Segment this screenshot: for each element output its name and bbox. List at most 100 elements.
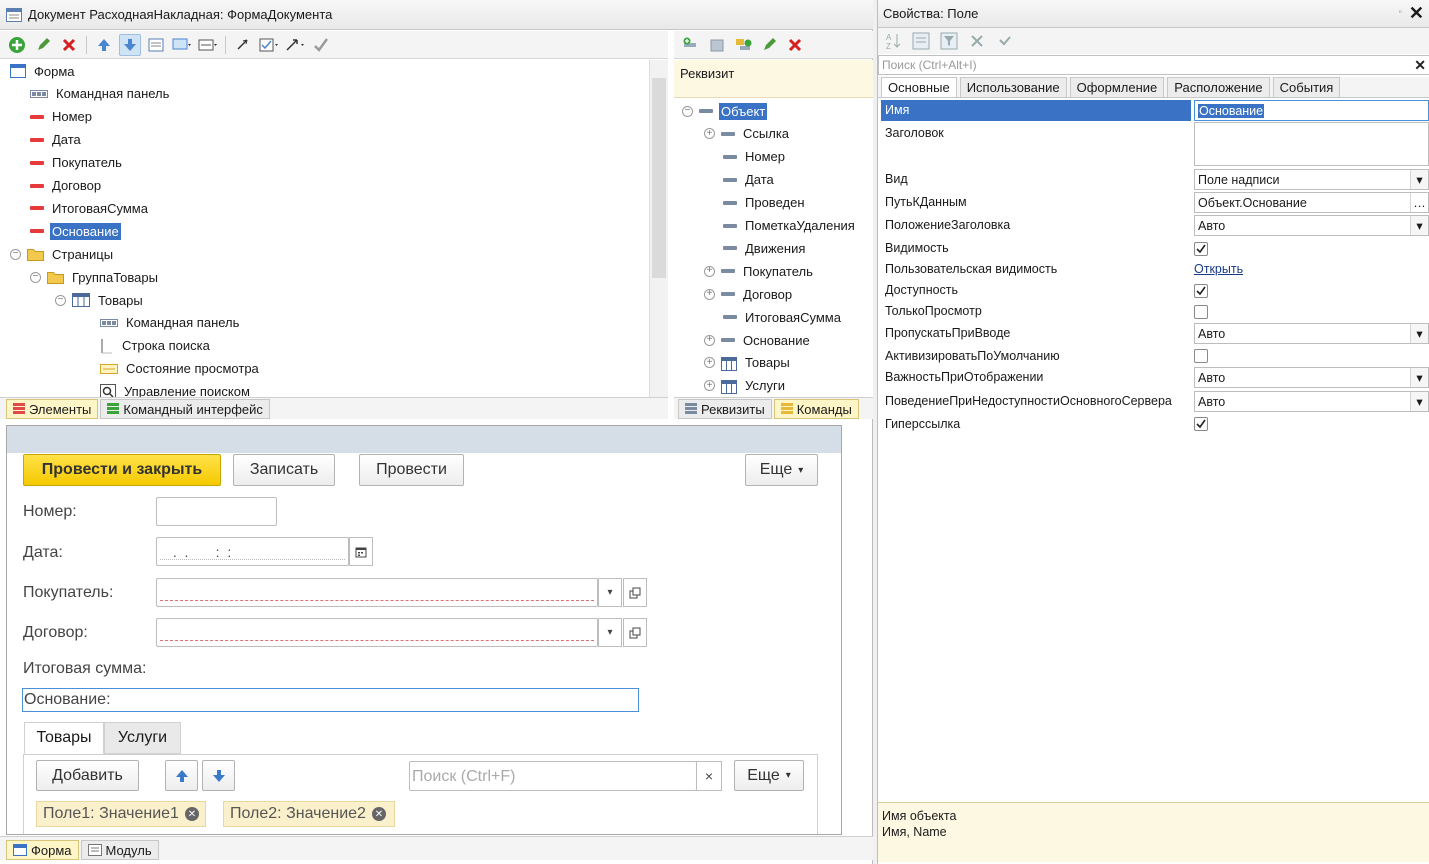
prop-row-readonly[interactable]: ТолькоПросмотр xyxy=(878,301,1429,323)
properties-tab[interactable]: Оформление xyxy=(1069,77,1165,97)
dropdown-arrow-icon[interactable]: ▾ xyxy=(1410,216,1428,235)
tab-form[interactable]: Форма xyxy=(6,840,79,860)
attribute-item[interactable]: Дата xyxy=(704,169,776,191)
prop-datapath-value[interactable]: Объект.Основание… xyxy=(1194,192,1429,213)
attribute-item[interactable]: + Договор xyxy=(704,283,794,305)
attribute-item[interactable]: + Покупатель xyxy=(704,260,815,282)
attribute-item[interactable]: − Объект xyxy=(682,100,768,122)
prop-row-kind[interactable]: Вид Поле надписи ▾ xyxy=(878,169,1429,191)
dropdown-arrow-icon[interactable]: ▾ xyxy=(1410,392,1428,411)
prop-caption-value[interactable] xyxy=(1194,122,1429,166)
prop-skip-value[interactable]: Авто ▾ xyxy=(1194,323,1429,344)
apply-icon[interactable] xyxy=(994,30,1016,52)
tree-item[interactable]: Номер xyxy=(30,106,94,128)
contract-dropdown-icon[interactable]: ▾ xyxy=(598,618,622,647)
buyer-input[interactable] xyxy=(156,578,598,607)
prop-row-behavior[interactable]: ПоведениеПриНедоступностиОсновногоСервер… xyxy=(878,391,1429,413)
prop-row-datapath[interactable]: ПутьКДанным Объект.Основание… xyxy=(878,192,1429,214)
link-icon[interactable] xyxy=(232,34,254,56)
dropdown-arrow-icon[interactable]: ▾ xyxy=(1410,170,1428,189)
calendar-icon[interactable] xyxy=(349,537,373,566)
number-input[interactable] xyxy=(156,497,277,526)
check-list-icon[interactable] xyxy=(258,34,280,56)
tab-goods[interactable]: Товары xyxy=(24,722,104,754)
prop-row-importance[interactable]: ВажностьПриОтображении Авто ▾ xyxy=(878,367,1429,389)
tree-item[interactable]: − ГруппаТовары xyxy=(30,266,160,288)
add-button[interactable]: Добавить xyxy=(36,760,139,791)
attribute-item[interactable]: + Основание xyxy=(704,329,812,351)
delete-icon[interactable] xyxy=(58,34,80,56)
expand-icon[interactable]: + xyxy=(704,128,715,140)
scrollbar-thumb[interactable] xyxy=(652,78,666,278)
tree-item[interactable]: Основание xyxy=(30,220,121,242)
table-more-button[interactable]: Еще ▾ xyxy=(734,760,804,791)
save-button[interactable]: Записать xyxy=(233,454,335,486)
prop-name-value[interactable]: Основание xyxy=(1194,100,1429,121)
tab-elements[interactable]: Элементы xyxy=(6,399,99,419)
post-and-close-button[interactable]: Провести и закрыть xyxy=(23,454,221,486)
properties-tab[interactable]: Основные xyxy=(881,77,957,97)
remove-filter-icon[interactable]: ✕ xyxy=(371,807,386,821)
tree-item[interactable]: Командная панель xyxy=(30,83,171,105)
expand-icon[interactable]: + xyxy=(704,265,715,277)
move-down-button[interactable] xyxy=(202,760,235,791)
expand-icon[interactable]: + xyxy=(704,334,715,346)
prop-row-skip[interactable]: ПропускатьПриВводе Авто ▾ xyxy=(878,323,1429,345)
prop-row-titlepos[interactable]: ПоложениеЗаголовка Авто ▾ xyxy=(878,215,1429,237)
collapse-icon[interactable]: − xyxy=(682,105,693,117)
move-down-icon[interactable] xyxy=(119,33,141,56)
sort-icon[interactable]: AZ xyxy=(882,30,904,52)
edit-icon[interactable] xyxy=(32,34,54,56)
prop-readonly-checkbox[interactable] xyxy=(1194,305,1208,319)
attribute-item[interactable]: Проведен xyxy=(704,192,807,214)
attribute-item[interactable]: ПометкаУдаления xyxy=(704,215,857,237)
tab-services[interactable]: Услуги xyxy=(104,722,181,754)
attribute-item[interactable]: Движения xyxy=(704,237,807,259)
prop-row-uservis[interactable]: Пользовательская видимость Открыть xyxy=(878,259,1429,281)
prop-hyperlink-checkbox[interactable] xyxy=(1194,417,1208,431)
attribute-item[interactable]: ИтоговаяСумма xyxy=(704,306,843,328)
collapse-icon[interactable]: − xyxy=(55,294,66,306)
collapse-icon[interactable]: − xyxy=(30,271,41,283)
attribute-item[interactable]: Номер xyxy=(704,146,787,168)
check-icon[interactable] xyxy=(310,34,332,56)
prop-importance-value[interactable]: Авто ▾ xyxy=(1194,367,1429,388)
tree-item[interactable]: − Страницы xyxy=(10,243,115,265)
more-button[interactable]: Еще ▾ xyxy=(745,454,818,486)
dropdown-arrow-icon[interactable]: ▾ xyxy=(1410,324,1428,343)
edit-attribute-icon[interactable] xyxy=(758,34,780,56)
post-button[interactable]: Провести xyxy=(359,454,464,486)
tab-module[interactable]: Модуль xyxy=(80,840,159,860)
buyer-dropdown-icon[interactable]: ▾ xyxy=(598,578,622,607)
tree-item[interactable]: Состояние просмотра xyxy=(100,358,261,380)
panel-icon[interactable] xyxy=(197,34,219,56)
monitor-icon[interactable] xyxy=(171,34,193,56)
table-search-input[interactable]: Поиск (Ctrl+F) xyxy=(409,761,697,791)
tree-item[interactable]: Управление поиском xyxy=(100,381,252,397)
clear-search-icon[interactable]: × xyxy=(696,761,722,791)
properties-tab[interactable]: Расположение xyxy=(1167,77,1270,97)
properties-icon[interactable] xyxy=(145,34,167,56)
filter-chip[interactable]: Поле1: Значение1 ✕ xyxy=(36,801,206,827)
ellipsis-icon[interactable]: … xyxy=(1410,193,1428,212)
prop-row-hyperlink[interactable]: Гиперссылка xyxy=(878,414,1429,436)
move-up-button[interactable] xyxy=(165,760,198,791)
remove-filter-icon[interactable]: ✕ xyxy=(184,807,199,821)
prop-visible-checkbox[interactable] xyxy=(1194,242,1208,256)
tab-command-interface[interactable]: Командный интерфейс xyxy=(100,399,270,419)
move-up-icon[interactable] xyxy=(93,34,115,56)
tab-commands[interactable]: Команды xyxy=(773,399,859,419)
contract-input[interactable] xyxy=(156,618,598,647)
properties-tab[interactable]: События xyxy=(1272,77,1341,97)
prop-row-activate[interactable]: АктивизироватьПоУмолчанию xyxy=(878,346,1429,368)
filter-chip[interactable]: Поле2: Значение2 ✕ xyxy=(223,801,395,827)
add-column-icon[interactable] xyxy=(732,34,754,56)
open-link[interactable]: Открыть xyxy=(1194,262,1243,276)
properties-tab[interactable]: Использование xyxy=(959,77,1067,97)
elements-tree-scrollbar[interactable] xyxy=(649,60,668,397)
expand-icon[interactable]: + xyxy=(704,357,715,369)
basis-field[interactable]: Основание: xyxy=(22,688,639,712)
contract-open-icon[interactable] xyxy=(623,618,647,647)
tree-item[interactable]: Командная панель xyxy=(100,312,241,334)
tree-item[interactable]: Строка поиска xyxy=(100,335,212,357)
